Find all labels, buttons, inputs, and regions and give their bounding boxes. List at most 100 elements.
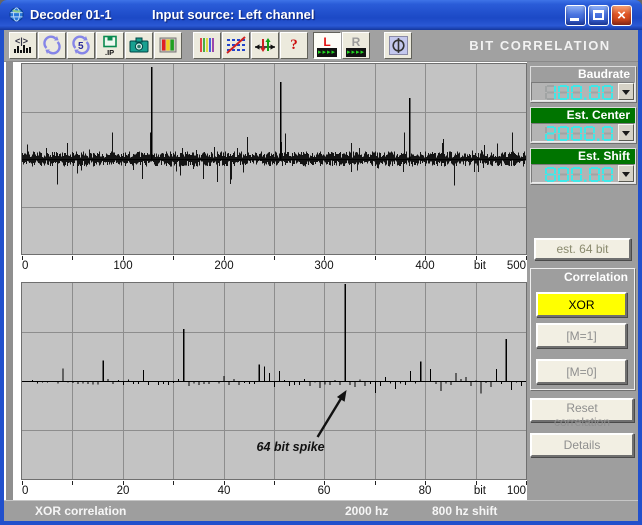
axis-tick-label: 60: [318, 485, 331, 497]
axis-tick: [274, 256, 275, 260]
close-icon: ×: [612, 6, 631, 25]
axis-tick-label: 40: [218, 485, 231, 497]
maximize-button[interactable]: [588, 5, 609, 26]
client-area: 0 100 200 300 400 500 bit 64 bit spike 0 20 40 60…: [4, 62, 638, 500]
baudrate-dropdown-button[interactable]: [618, 83, 634, 100]
spectrum-analyzer-button[interactable]: <|>: [9, 32, 37, 59]
axis-tick-label: 0: [22, 485, 28, 497]
grid-off-button[interactable]: [222, 32, 250, 59]
xor-correlation-chart: 64 bit spike: [21, 282, 527, 480]
axis-tick-label: 0: [22, 260, 28, 272]
axis-tick: [274, 481, 275, 485]
axis-tick: [72, 481, 73, 485]
axis-tick-label: 500: [507, 260, 526, 272]
app-window: Decoder 01-1 Input source: Left channel …: [0, 0, 642, 525]
window-title: Decoder 01-1: [30, 7, 112, 22]
axis-tick-label: 200: [214, 260, 233, 272]
power-button[interactable]: [384, 32, 412, 59]
lower-chart-canvas: 64 bit spike: [22, 283, 526, 479]
snapshot-camera-icon: [128, 35, 150, 60]
axis-tick-label: 100: [113, 260, 132, 272]
svg-text:5: 5: [78, 41, 84, 52]
app-globe-icon: [9, 7, 24, 22]
help-icon: ?: [290, 35, 298, 56]
color-bars-button[interactable]: [154, 32, 182, 59]
refresh-icon: [42, 35, 62, 60]
minimize-icon: [570, 18, 579, 21]
save-ip-icon: .IP: [100, 35, 120, 61]
svg-text:<|>: <|>: [15, 36, 28, 46]
chevron-down-icon: [622, 90, 630, 95]
chevron-down-icon: [622, 131, 630, 136]
axis-adjust-button[interactable]: [251, 32, 279, 59]
left-channel-button[interactable]: L▸▸▸▸: [313, 32, 341, 59]
est-shift-lcd-value: [532, 166, 617, 187]
reset-correlation-button[interactable]: Reset correlation: [530, 398, 634, 422]
axis-tick-label: 300: [314, 260, 333, 272]
axis-tick: [72, 256, 73, 260]
baudrate-lcd-value: [532, 84, 617, 105]
minimize-button[interactable]: [565, 5, 586, 26]
xor-button[interactable]: XOR: [536, 292, 627, 317]
spike-annotation-label: 64 bit spike: [257, 440, 325, 454]
close-button[interactable]: ×: [611, 5, 632, 26]
color-bars-icon: [158, 35, 178, 60]
status-center-freq-label: 2000 hz: [345, 504, 388, 518]
left-channel-icon: L▸▸▸▸: [317, 35, 337, 57]
left-gutter: [6, 62, 13, 500]
details-button[interactable]: Details: [530, 433, 634, 457]
status-mode-label: XOR correlation: [35, 504, 126, 518]
axis-tick: [173, 481, 174, 485]
baudrate-label: Baudrate: [531, 67, 635, 82]
m-equals-0-button[interactable]: [M=0]: [536, 359, 627, 384]
axis-adjust-icon: [254, 35, 276, 60]
axis-unit-label: bit: [474, 260, 486, 272]
spectral-lines-button[interactable]: [193, 32, 221, 59]
help-button[interactable]: ?: [280, 32, 308, 59]
axis-tick-label: 400: [415, 260, 434, 272]
correlation-group-title: Correlation: [531, 269, 634, 286]
est-shift-panel: Est. Shift: [530, 148, 636, 184]
est-center-lcd-value: [532, 125, 617, 146]
refresh-button[interactable]: [38, 32, 66, 59]
axis-tick: [375, 256, 376, 260]
panel-caption: BIT CORRELATION: [446, 38, 634, 53]
baudrate-panel: Baudrate: [530, 66, 636, 102]
right-channel-icon: R▸▸▸▸: [346, 35, 366, 57]
sidebar: Baudrate Est. Center Est. Shift: [527, 62, 638, 500]
power-icon: [389, 35, 408, 59]
axis-unit-label: bit: [474, 485, 486, 497]
status-shift-label: 800 hz shift: [432, 504, 497, 518]
input-source-label: Input source: Left channel: [152, 7, 315, 22]
upper-x-axis: 0 100 200 300 400 500 bit: [22, 256, 526, 275]
spectrum-analyzer-icon: <|>: [12, 35, 34, 61]
chevron-down-icon: [622, 172, 630, 177]
axis-tick: [173, 256, 174, 260]
axis-tick-label: 80: [419, 485, 432, 497]
right-channel-button[interactable]: R▸▸▸▸: [342, 32, 370, 59]
toolbar: <|> 5 .IP? L▸▸▸▸ R▸▸▸▸ BIT CORRELATION: [4, 30, 638, 62]
svg-text:.IP: .IP: [105, 48, 114, 56]
est-64-bit-button[interactable]: est. 64 bit: [534, 238, 631, 260]
est-shift-label: Est. Shift: [531, 149, 635, 164]
grid-off-icon: [225, 35, 247, 60]
est-center-panel: Est. Center: [530, 107, 636, 143]
m-equals-1-button[interactable]: [M=1]: [536, 323, 627, 348]
refresh-5-icon: 5: [71, 35, 91, 60]
upper-chart-canvas: [22, 64, 526, 254]
est-center-label: Est. Center: [531, 108, 635, 123]
est-shift-dropdown-button[interactable]: [618, 165, 634, 182]
statusbar: XOR correlation 2000 hz 800 hz shift: [4, 500, 638, 521]
snapshot-camera-button[interactable]: [125, 32, 153, 59]
lower-x-axis: 0 20 40 60 80 100 bit: [22, 481, 526, 500]
axis-tick: [375, 481, 376, 485]
refresh-5-button[interactable]: 5: [67, 32, 95, 59]
correlation-group: Correlation XOR [M=1] [M=0]: [530, 268, 635, 390]
save-ip-button[interactable]: .IP: [96, 32, 124, 59]
est-center-dropdown-button[interactable]: [618, 124, 634, 141]
axis-tick-label: 20: [117, 485, 130, 497]
toolbar-button-strip: <|> 5 .IP? L▸▸▸▸ R▸▸▸▸: [8, 32, 412, 59]
titlebar[interactable]: Decoder 01-1 Input source: Left channel …: [0, 0, 642, 30]
bit-correlation-chart: [21, 63, 527, 255]
axis-tick-label: 100: [507, 485, 526, 497]
